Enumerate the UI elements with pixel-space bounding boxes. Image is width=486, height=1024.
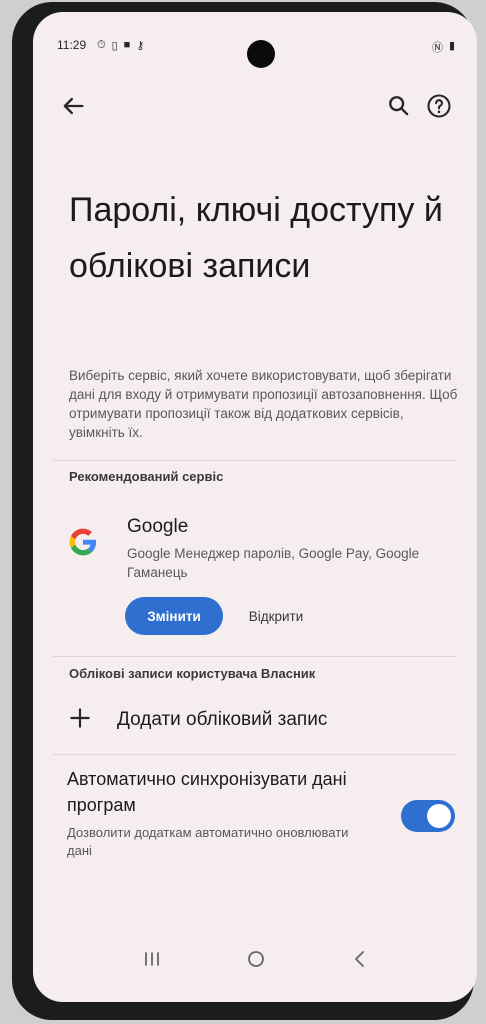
auto-sync-row[interactable]: Автоматично синхронізувати дані програм … xyxy=(33,766,477,866)
help-icon xyxy=(427,94,451,118)
service-description: Google Менеджер паролів, Google Pay, Goo… xyxy=(127,546,420,580)
search-button[interactable] xyxy=(385,92,413,120)
open-button[interactable]: Відкрити xyxy=(235,597,317,635)
home-icon xyxy=(248,951,264,967)
lock-icon: ■ xyxy=(123,39,131,51)
sim-icon: ▯ xyxy=(111,40,118,52)
auto-sync-toggle[interactable] xyxy=(401,800,455,832)
recents-icon xyxy=(145,952,159,966)
status-time: 11:29 xyxy=(57,38,87,52)
add-account-row[interactable]: Додати обліковий запис xyxy=(33,697,477,741)
status-icons-right: Ⓝ ▮ xyxy=(432,39,455,55)
phone-frame: 11:29 ⏱ ▯ ■ ⚷ Ⓝ ▮ Паролі, ключі доступу … xyxy=(12,2,477,1020)
auto-sync-title: Автоматично синхронізувати дані програм xyxy=(67,769,347,815)
alarm-icon: ⏱ xyxy=(97,39,106,51)
plus-icon xyxy=(70,708,90,728)
toggle-knob xyxy=(427,804,451,828)
add-account-label: Додати обліковий запис xyxy=(117,709,328,730)
accounts-section-header: Облікові записи користувача Власник xyxy=(69,666,316,681)
auto-sync-description: Дозволити додаткам автоматично оновлюват… xyxy=(67,825,349,858)
google-logo-icon xyxy=(69,528,97,556)
arrow-back-icon xyxy=(63,97,84,115)
service-name: Google xyxy=(127,516,189,537)
key-icon: ⚷ xyxy=(136,40,145,52)
help-button[interactable] xyxy=(425,92,453,120)
status-icons-left: ⏱ ▯ ■ ⚷ xyxy=(97,39,144,52)
home-button[interactable] xyxy=(241,948,271,970)
nfc-icon: Ⓝ xyxy=(431,42,443,54)
service-google[interactable]: Google Google Менеджер паролів, Google P… xyxy=(33,514,477,584)
system-navigation-bar xyxy=(33,944,477,974)
back-button[interactable] xyxy=(59,92,87,120)
screen: 11:29 ⏱ ▯ ■ ⚷ Ⓝ ▮ Паролі, ключі доступу … xyxy=(33,12,477,1002)
battery-icon: ▮ xyxy=(448,40,455,52)
divider xyxy=(53,754,457,755)
status-bar: 11:29 ⏱ ▯ ■ ⚷ Ⓝ ▮ xyxy=(33,38,477,54)
divider xyxy=(53,656,457,657)
divider xyxy=(53,460,457,461)
top-app-bar xyxy=(33,84,477,124)
page-title: Паролі, ключі доступу й облікові записи xyxy=(69,191,443,285)
recommended-section-header: Рекомендований сервіс xyxy=(69,469,224,484)
nav-back-button[interactable] xyxy=(345,948,375,970)
search-icon xyxy=(389,96,409,116)
page-description: Виберіть сервіс, який хочете використову… xyxy=(69,368,458,440)
recents-button[interactable] xyxy=(137,948,167,970)
chevron-left-icon xyxy=(355,951,364,967)
change-button[interactable]: Змінити xyxy=(125,597,223,635)
